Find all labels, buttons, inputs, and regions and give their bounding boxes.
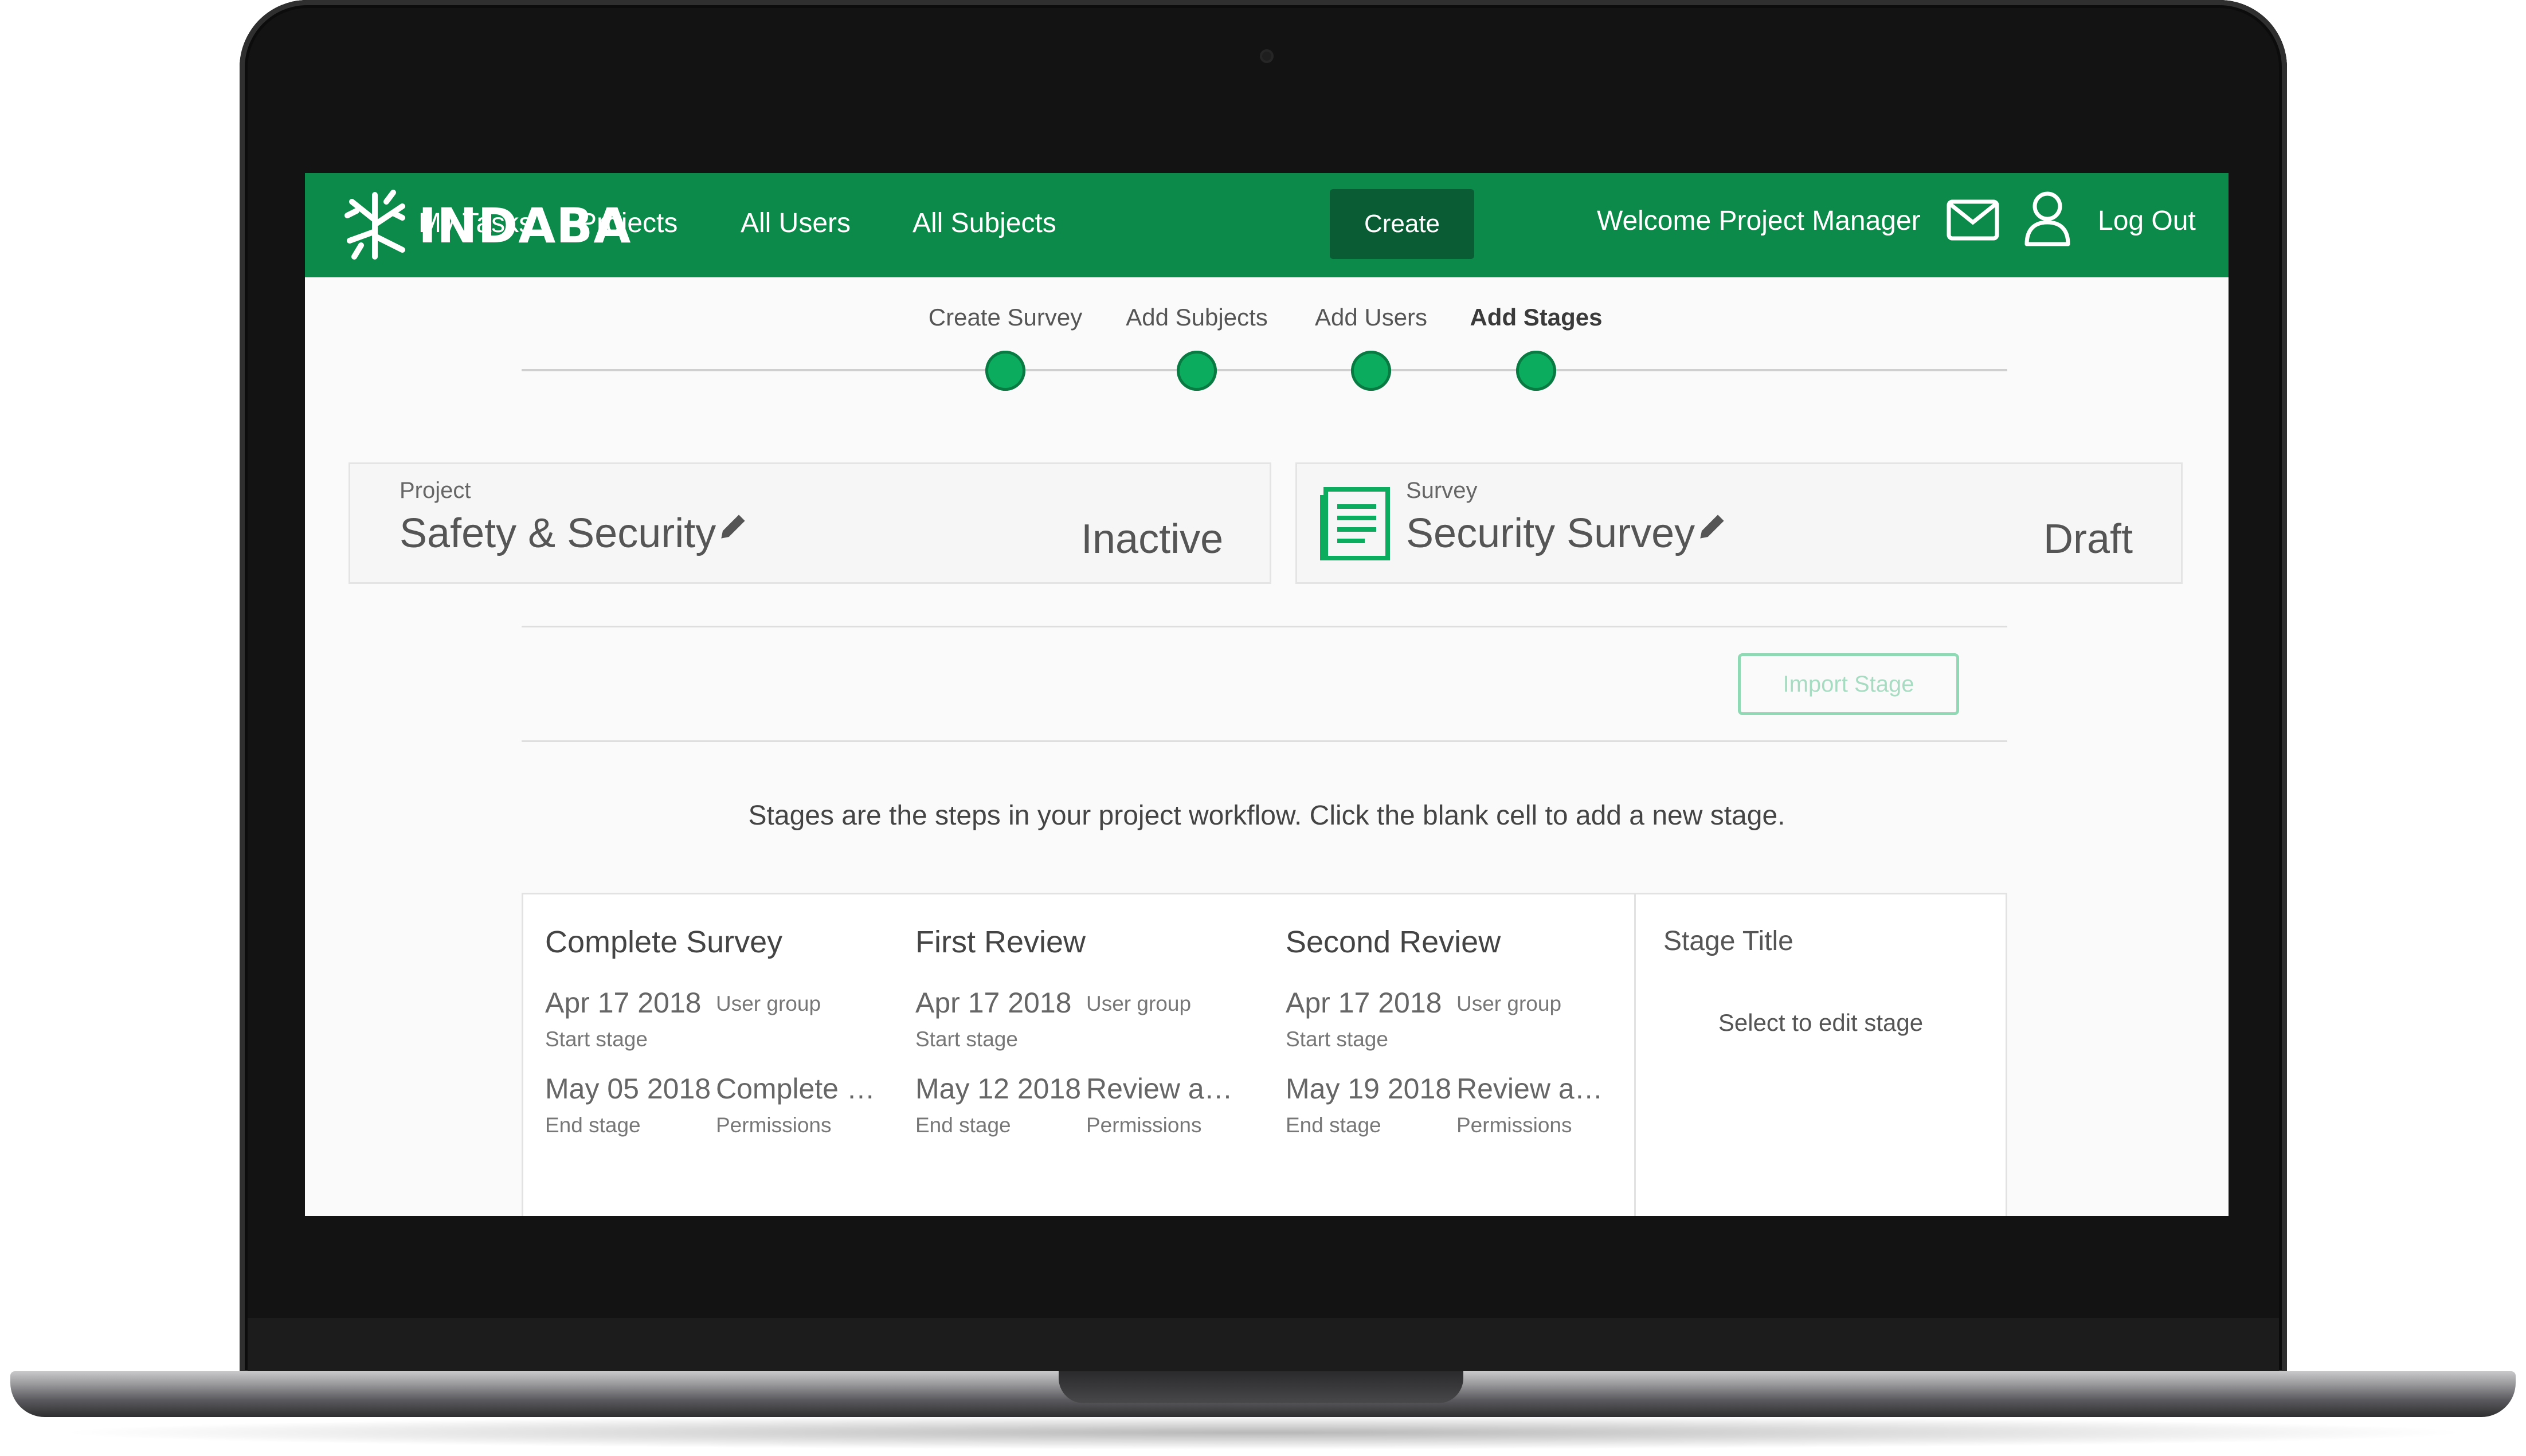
- pencil-icon[interactable]: [1697, 511, 1728, 541]
- app-screen: INDABA My Tasks Projects All Users All S…: [305, 173, 2229, 1216]
- step-dot-create-survey[interactable]: [985, 351, 1025, 391]
- mail-icon[interactable]: [1945, 197, 2000, 243]
- step-label-add-subjects[interactable]: Add Subjects: [1126, 304, 1268, 331]
- stage-card[interactable]: Second Review Apr 17 2018 User group Sta…: [1286, 894, 1630, 1216]
- step-label-add-users[interactable]: Add Users: [1315, 304, 1427, 331]
- logout-link[interactable]: Log Out: [2098, 205, 2196, 237]
- pencil-icon[interactable]: [718, 511, 749, 541]
- laptop-shadow: [52, 1415, 2476, 1450]
- permissions-value: Review and...: [1456, 1073, 1617, 1105]
- stages-hint: Stages are the steps in your project wor…: [748, 800, 1785, 831]
- stages-grid: Complete Survey Apr 17 2018 User group S…: [522, 893, 2007, 1216]
- user-group-label: User group: [1086, 992, 1192, 1015]
- step-label-create-survey[interactable]: Create Survey: [929, 304, 1082, 331]
- camera: [1260, 49, 1274, 63]
- step-dot-add-subjects[interactable]: [1177, 351, 1217, 391]
- step-label-add-stages[interactable]: Add Stages: [1470, 304, 1602, 331]
- start-stage-label: Start stage: [1286, 1027, 1388, 1051]
- start-stage-label: Start stage: [915, 1027, 1018, 1051]
- laptop-notch: [1059, 1371, 1463, 1403]
- welcome-text: Welcome Project Manager: [1597, 206, 1921, 236]
- survey-status: Draft: [2043, 516, 2133, 562]
- nav-projects[interactable]: Projects: [578, 206, 677, 241]
- start-date: Apr 17 2018: [545, 987, 702, 1019]
- stepper-track: [522, 369, 2007, 371]
- indaba-logo-icon: [344, 190, 405, 260]
- divider: [522, 626, 2007, 627]
- permissions-value: Complete S...: [716, 1073, 876, 1105]
- project-status: Inactive: [1081, 516, 1224, 562]
- user-group-label: User group: [716, 992, 821, 1015]
- stage-card[interactable]: Complete Survey Apr 17 2018 User group S…: [545, 894, 912, 1216]
- permissions-value: Review and...: [1086, 1073, 1247, 1105]
- end-stage-label: End stage: [545, 1113, 641, 1137]
- document-icon: [1320, 487, 1390, 560]
- new-stage-title: Stage Title: [1663, 926, 1793, 956]
- permissions-label: Permissions: [1456, 1113, 1572, 1137]
- end-date: May 12 2018: [915, 1073, 1082, 1105]
- end-date: May 19 2018: [1286, 1073, 1452, 1105]
- start-date: Apr 17 2018: [915, 987, 1072, 1019]
- new-stage-cell[interactable]: Stage Title Select to edit stage: [1634, 894, 2006, 1216]
- import-stage-button[interactable]: Import Stage: [1738, 653, 1959, 715]
- stage-title: Complete Survey: [545, 925, 783, 959]
- top-nav-bar: INDABA My Tasks Projects All Users All S…: [305, 173, 2229, 277]
- user-group-label: User group: [1456, 992, 1562, 1015]
- laptop-chin: [248, 1318, 2279, 1375]
- stage-title: First Review: [915, 925, 1086, 959]
- project-label: Project: [400, 478, 471, 503]
- end-stage-label: End stage: [1286, 1113, 1381, 1137]
- survey-title: Security Survey: [1406, 510, 1728, 557]
- nav-my-tasks[interactable]: My Tasks: [418, 206, 532, 241]
- divider: [522, 740, 2007, 742]
- stage-card[interactable]: First Review Apr 17 2018 User group Star…: [915, 894, 1282, 1216]
- permissions-label: Permissions: [1086, 1113, 1202, 1137]
- start-date: Apr 17 2018: [1286, 987, 1442, 1019]
- start-stage-label: Start stage: [545, 1027, 648, 1051]
- survey-label: Survey: [1406, 478, 1478, 503]
- permissions-label: Permissions: [716, 1113, 832, 1137]
- new-stage-hint: Select to edit stage: [1718, 1009, 1924, 1036]
- create-button[interactable]: Create: [1330, 189, 1474, 259]
- step-dot-add-stages[interactable]: [1516, 351, 1556, 391]
- end-date: May 05 2018: [545, 1073, 711, 1105]
- project-title: Safety & Security: [400, 510, 749, 557]
- user-icon[interactable]: [2023, 189, 2071, 246]
- nav-all-users[interactable]: All Users: [741, 206, 851, 241]
- stage-title: Second Review: [1286, 925, 1501, 959]
- end-stage-label: End stage: [915, 1113, 1011, 1137]
- step-dot-add-users[interactable]: [1351, 351, 1391, 391]
- nav-all-subjects[interactable]: All Subjects: [913, 206, 1056, 241]
- project-panel: Project Safety & Security Inactive: [348, 462, 1271, 584]
- survey-panel: Survey Security Survey Draft: [1295, 462, 2183, 584]
